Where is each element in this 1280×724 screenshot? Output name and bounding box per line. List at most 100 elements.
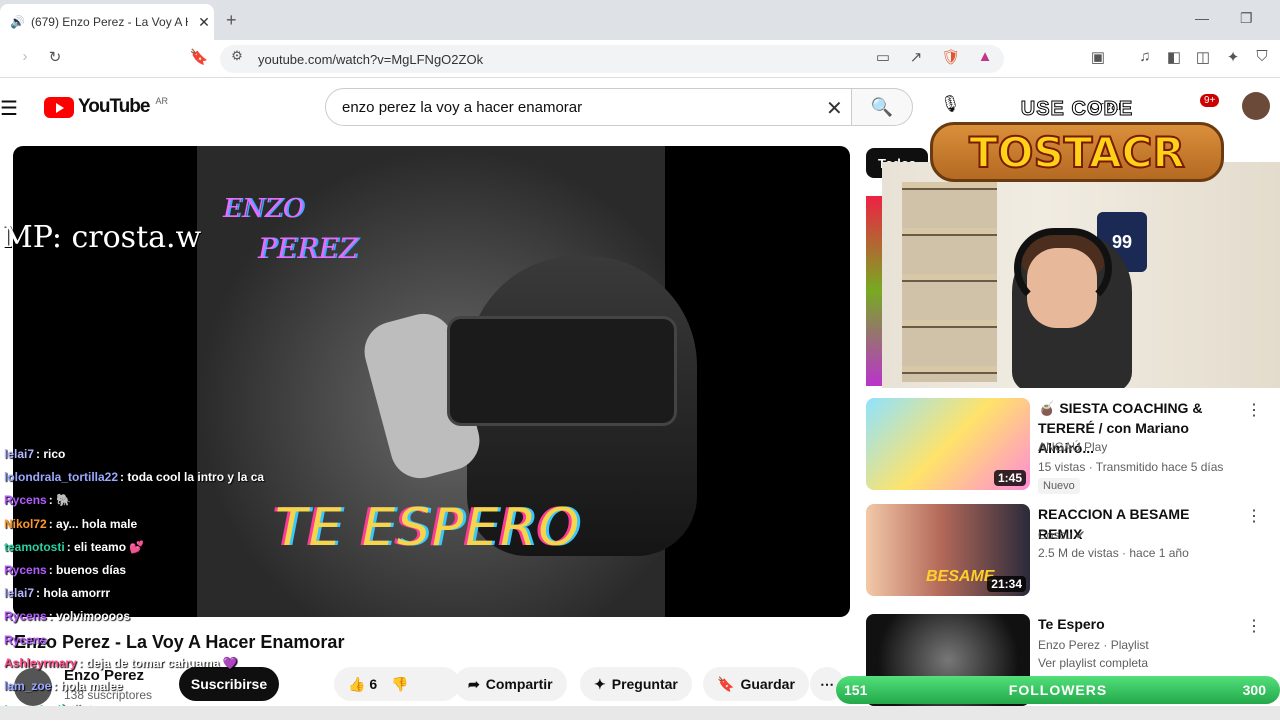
leo-icon[interactable]: ✦: [1222, 48, 1244, 66]
ask-label: Preguntar: [611, 676, 678, 692]
brave-shield-icon[interactable]: 🛡: [940, 48, 962, 66]
chat-message: teamotosti: eli teamo 💕: [4, 539, 324, 562]
kebab-menu-icon[interactable]: ⋮: [1246, 506, 1262, 526]
playlist-channel[interactable]: Enzo Perez · Playlist: [1038, 638, 1149, 652]
channel-label: Coscu: [1038, 528, 1073, 542]
video-phone: [447, 316, 677, 426]
webcam-shelf: [902, 182, 997, 382]
chat-message: Rycens: [4, 632, 324, 655]
ask-button[interactable]: ✦ Preguntar: [580, 667, 692, 701]
chat-message: Rycens: volvimoooos: [4, 608, 324, 631]
search-query: enzo perez la voy a hacer enamorar: [342, 98, 583, 116]
chat-text: : eli teamo 💕: [66, 539, 145, 554]
hamburger-menu-icon[interactable]: ☰: [0, 96, 18, 121]
chat-username: Rycens: [4, 609, 47, 624]
chat-username: Ashleyrmary: [4, 655, 77, 670]
chat-text: : hola malee: [53, 678, 123, 693]
chat-text: : buenos días: [48, 562, 127, 577]
video-thumbnail[interactable]: BESAME 21:34: [866, 504, 1030, 596]
followers-current: 151: [844, 682, 868, 698]
chat-text: : rico: [36, 447, 66, 461]
chat-text: : deja de tomar cahuama 💜: [78, 655, 238, 670]
chat-text: : 🐘: [48, 493, 71, 508]
account-avatar[interactable]: [1242, 92, 1270, 120]
browser-tab[interactable]: 🔊 (679) Enzo Perez - La Voy A H ✕: [0, 4, 214, 40]
wallet-icon[interactable]: ◫: [1192, 48, 1214, 66]
chat-username: Nikol72: [4, 516, 47, 531]
search-input[interactable]: enzo perez la voy a hacer enamorar: [325, 88, 852, 126]
chat-text: : hola amorrr: [36, 586, 111, 601]
headset-icon: [1014, 228, 1112, 308]
share-page-icon[interactable]: ↗: [905, 48, 927, 66]
share-label: Compartir: [485, 676, 553, 692]
share-icon: ➦: [468, 675, 480, 692]
save-button[interactable]: 🔖 Guardar: [703, 667, 809, 701]
sidebar-icon[interactable]: ◧: [1163, 48, 1185, 66]
tab-title: (679) Enzo Perez - La Voy A H: [30, 15, 188, 29]
close-tab-icon[interactable]: ✕: [194, 14, 214, 31]
chat-message: Rycens: 🐘: [4, 492, 324, 515]
reader-icon[interactable]: ▣: [1087, 48, 1109, 66]
chat-username: Rycens: [4, 493, 47, 508]
youtube-wordmark: YouTube: [78, 96, 150, 117]
chat-message: lelai7: rico: [4, 446, 324, 469]
kebab-menu-icon[interactable]: ⋮: [1246, 616, 1262, 636]
playlist-title[interactable]: Te Espero: [1038, 614, 1234, 634]
region-label: AR: [155, 96, 168, 106]
promo-use-code: USE CODE: [1020, 98, 1134, 121]
forward-icon[interactable]: ›: [14, 48, 36, 65]
like-button[interactable]: 👍 6: [348, 676, 377, 693]
chat-message: lelai7: hola amorrr: [4, 585, 324, 608]
bookmark-icon[interactable]: 🔖: [188, 48, 210, 66]
site-info-icon[interactable]: ⚙: [226, 48, 248, 64]
chat-username: lam_zoe: [4, 678, 52, 693]
youtube-play-icon: [44, 96, 74, 118]
chat-text: : ay... hola male: [48, 516, 138, 531]
mp-overlay: MP: crosta.w: [2, 220, 202, 255]
promo-code: TOSTACR: [930, 122, 1224, 182]
video-item-meta: 15 vistas · Transmitido hace 5 días: [1038, 460, 1224, 474]
restore-icon[interactable]: ❐: [1240, 10, 1253, 27]
view-playlist-link[interactable]: Ver playlist completa: [1038, 656, 1148, 670]
kebab-menu-icon[interactable]: ⋮: [1246, 400, 1262, 420]
youtube-logo[interactable]: YouTube AR: [44, 96, 168, 118]
chat-username: Rycens: [4, 632, 47, 647]
search-button[interactable]: 🔍: [851, 88, 913, 126]
chat-message: lolondrala_tortilla22: toda cool la intr…: [4, 469, 324, 492]
share-button[interactable]: ➦ Compartir: [454, 667, 567, 701]
speaker-icon: 🔊: [10, 15, 25, 29]
stream-chat: lelai7: rico lolondrala_tortilla22: toda …: [4, 446, 324, 724]
followers-label: FOLLOWERS: [1008, 682, 1108, 698]
clear-search-icon[interactable]: ✕: [826, 96, 843, 121]
overlay-enzo: ENZO: [223, 194, 305, 224]
cast-icon[interactable]: ▭: [872, 48, 894, 66]
sidebar-video-2[interactable]: BESAME 21:34 REACCION A BESAME REMIX Cos…: [866, 504, 1278, 596]
minimize-icon[interactable]: —: [1195, 10, 1209, 26]
save-label: Guardar: [740, 676, 795, 692]
dislike-button[interactable]: 👎: [391, 676, 408, 693]
chat-message: Rycens: buenos días: [4, 562, 324, 585]
video-item-channel[interactable]: Coscu ✔: [1038, 528, 1085, 542]
new-badge: Nuevo: [1038, 478, 1080, 494]
search-icon: 🔍: [870, 96, 894, 117]
reload-icon[interactable]: ↻: [44, 48, 66, 66]
chat-message: Ashleyrmary: deja de tomar cahuama 💜: [4, 655, 324, 678]
chat-username: lelai7: [4, 586, 35, 601]
new-tab-icon[interactable]: +: [226, 10, 237, 31]
overlay-perez: PEREZ: [258, 232, 359, 265]
vpn-icon[interactable]: ⛉: [1251, 48, 1273, 65]
rewards-icon[interactable]: ▲: [974, 48, 996, 65]
chat-text: : volvimoooos: [48, 609, 131, 624]
video-thumbnail[interactable]: 1:45: [866, 398, 1030, 490]
thumb-text: BESAME: [926, 568, 995, 585]
save-icon: 🔖: [717, 675, 735, 692]
video-item-channel[interactable]: ANGAÚ Play: [1038, 440, 1107, 454]
verified-icon: ✔: [1075, 528, 1086, 542]
chat-message: lam_zoe: hola malee: [4, 678, 324, 701]
media-icon[interactable]: ♫: [1134, 48, 1156, 65]
sidebar-video-1[interactable]: 1:45 🧉 SIESTA COACHING & TERERÉ / con Ma…: [866, 398, 1278, 494]
promo-code-overlay: USE CODE TOSTACR: [930, 96, 1224, 188]
chat-username: lolondrala_tortilla22: [4, 470, 119, 485]
video-item-meta: 2.5 M de vistas · hace 1 año: [1038, 546, 1189, 560]
os-taskbar: [0, 706, 1280, 720]
